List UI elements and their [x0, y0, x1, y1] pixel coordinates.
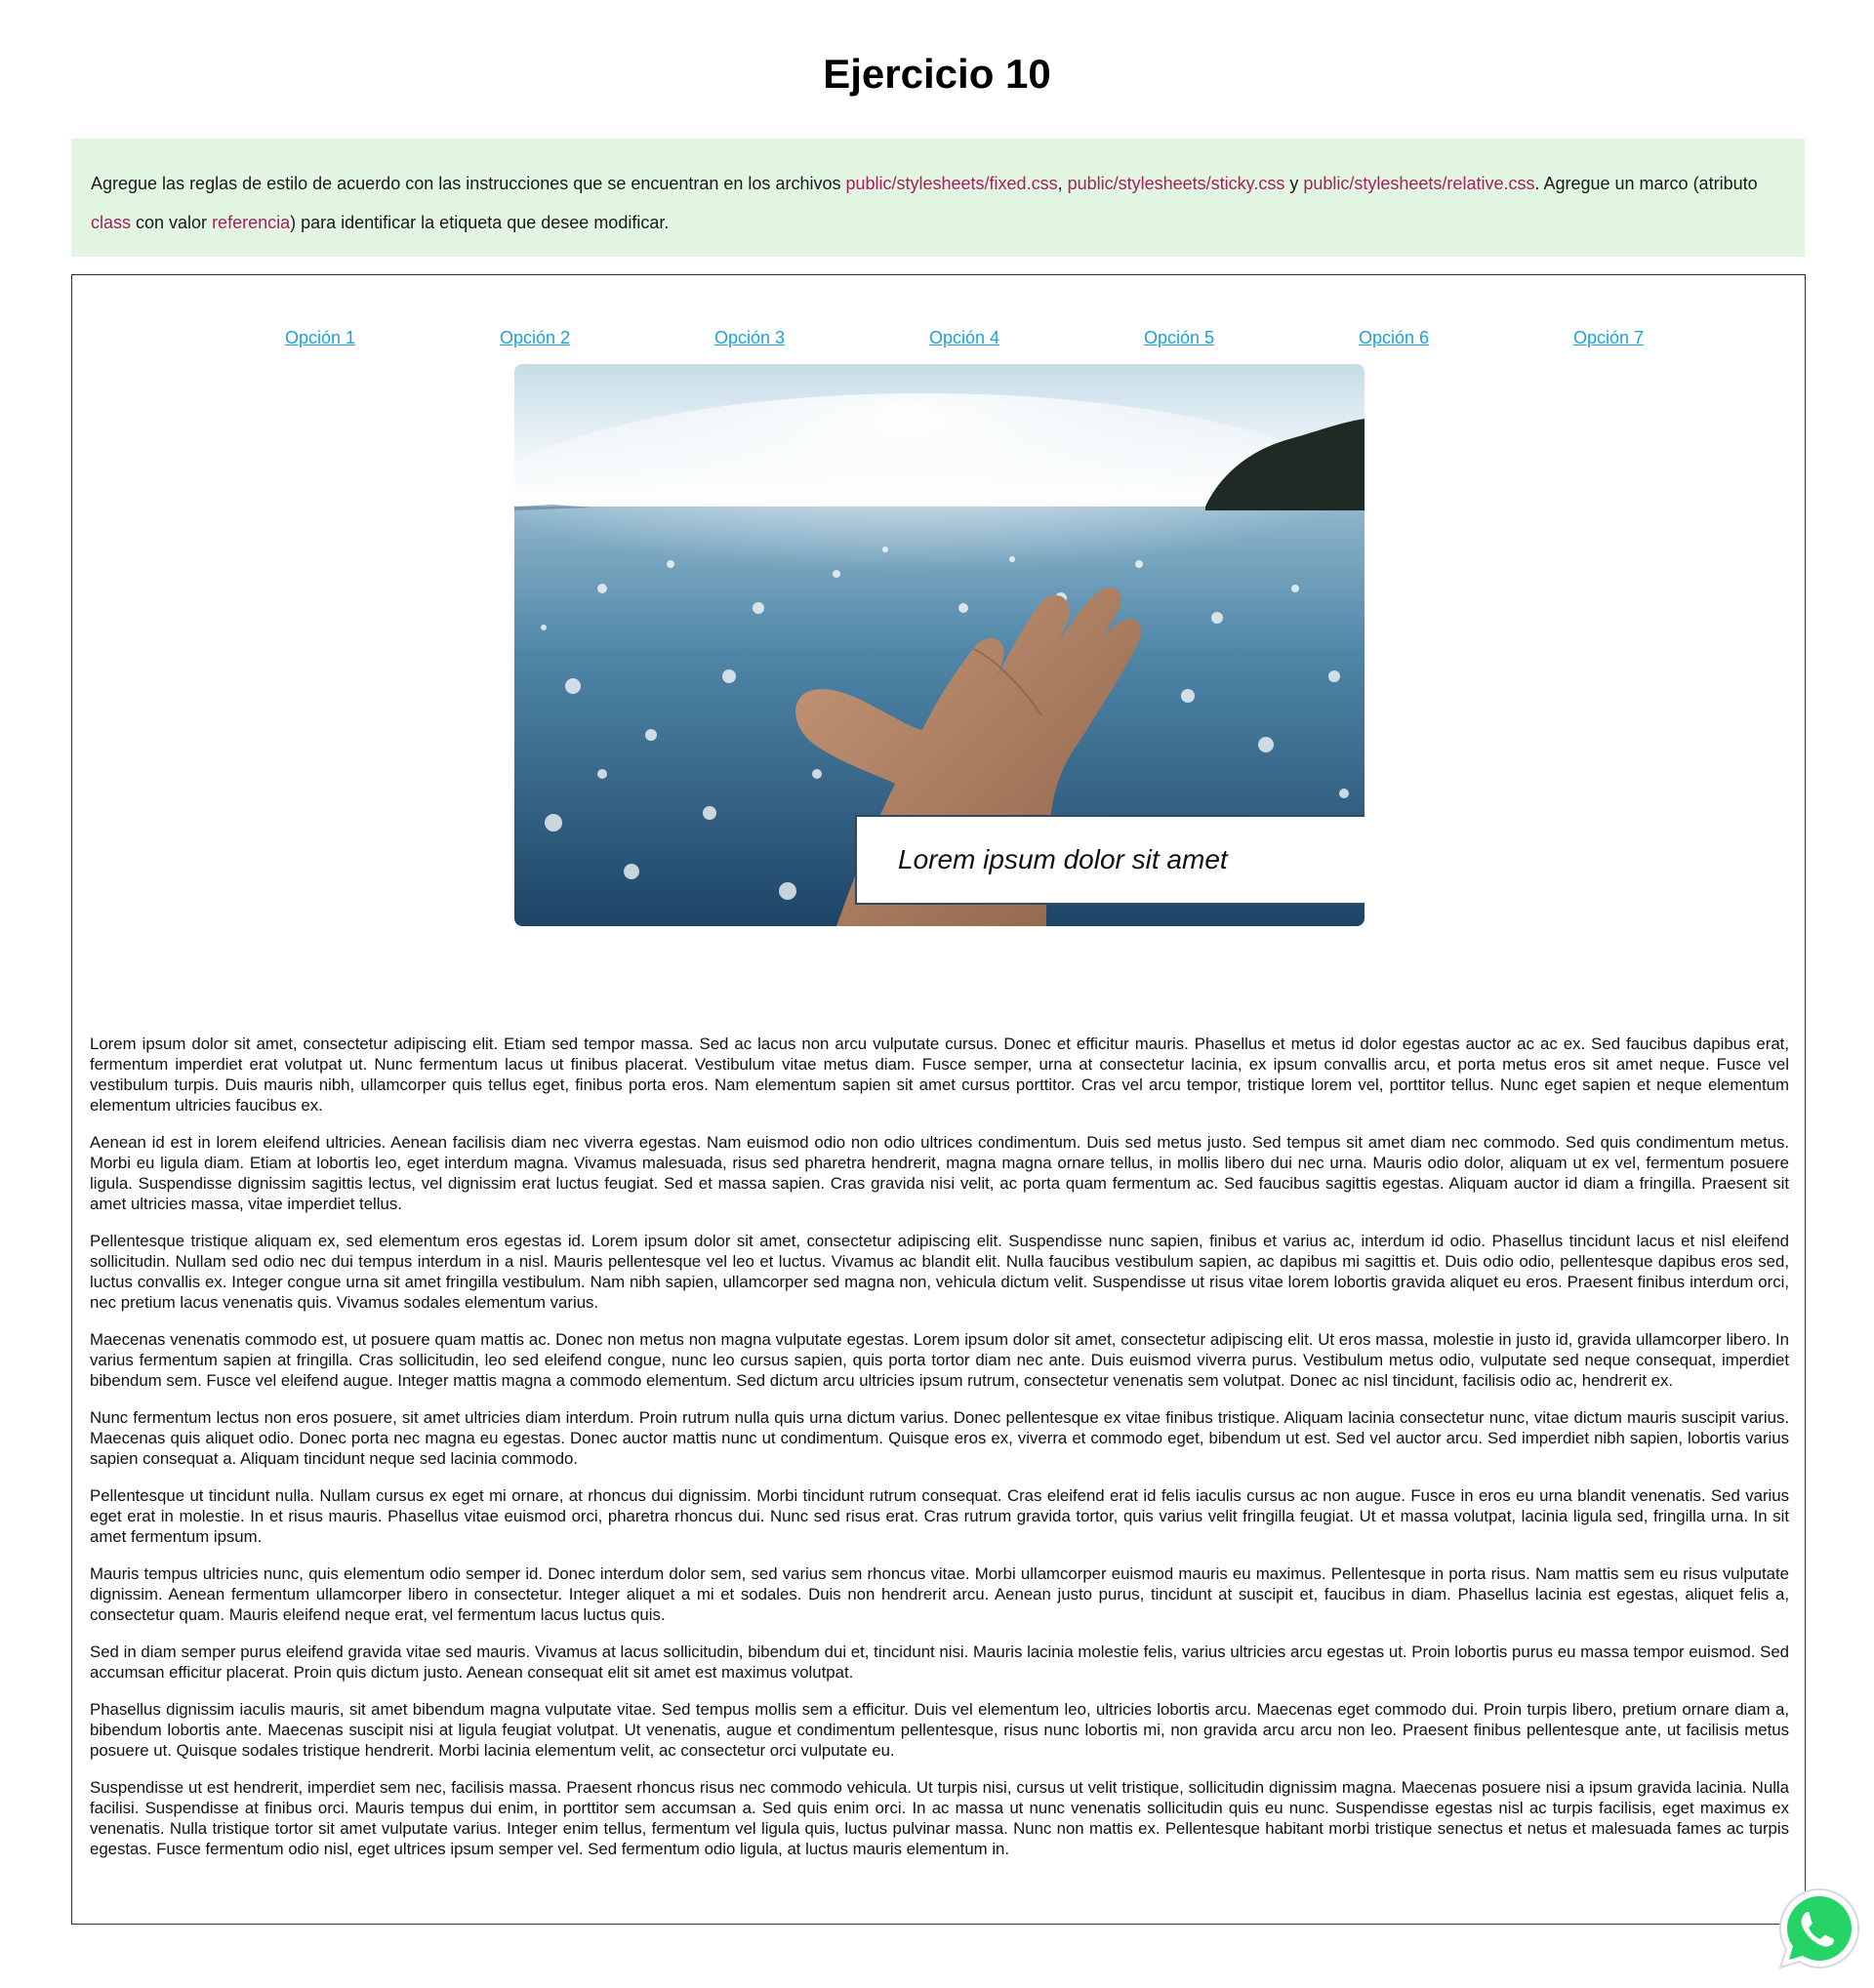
paragraph: Suspendisse ut est hendrerit, imperdiet … — [90, 1778, 1789, 1858]
instructions-separator: , — [1057, 174, 1068, 193]
instructions-text: . Agregue un marco (atributo — [1534, 174, 1758, 193]
paragraph: Mauris tempus ultricies nunc, quis eleme… — [90, 1564, 1789, 1624]
nav-link-option-6[interactable]: Opción 6 — [1359, 326, 1429, 349]
paragraph: Aenean id est in lorem eleifend ultricie… — [90, 1133, 1789, 1213]
whatsapp-button[interactable] — [1774, 1884, 1864, 1973]
code-sticky-css: public/stylesheets/sticky.css — [1067, 174, 1285, 193]
instructions-text: con valor — [131, 213, 213, 232]
options-nav: Opción 1 Opción 2 Opción 3 Opción 4 Opci… — [72, 326, 1805, 353]
page-title: Ejercicio 10 — [823, 51, 1051, 97]
code-fixed-css: public/stylesheets/fixed.css — [845, 174, 1058, 193]
code-relative-css: public/stylesheets/relative.css — [1303, 174, 1535, 193]
nav-link-option-5[interactable]: Opción 5 — [1144, 326, 1214, 349]
nav-link-option-7[interactable]: Opción 7 — [1573, 326, 1644, 349]
nav-link-option-4[interactable]: Opción 4 — [929, 326, 999, 349]
image-caption: Lorem ipsum dolor sit amet — [855, 815, 1365, 905]
paragraph: Maecenas venenatis commodo est, ut posue… — [90, 1330, 1789, 1390]
paragraph: Lorem ipsum dolor sit amet, consectetur … — [90, 1035, 1789, 1115]
paragraph: Sed in diam semper purus eleifend gravid… — [90, 1643, 1789, 1682]
code-referencia-value: referencia — [212, 213, 291, 232]
content-frame: Opción 1 Opción 2 Opción 3 Opción 4 Opci… — [71, 274, 1806, 1925]
nav-link-option-2[interactable]: Opción 2 — [500, 326, 570, 349]
instructions-text: Agregue las reglas de estilo de acuerdo … — [91, 174, 846, 193]
instructions-separator: y — [1284, 174, 1304, 193]
code-class-attribute: class — [91, 213, 132, 232]
instructions-text: ) para identificar la etiqueta que desee… — [290, 213, 670, 232]
nav-link-option-1[interactable]: Opción 1 — [285, 326, 355, 349]
nav-link-option-3[interactable]: Opción 3 — [714, 326, 785, 349]
paragraph: Pellentesque ut tincidunt nulla. Nullam … — [90, 1486, 1789, 1546]
whatsapp-icon — [1778, 1887, 1860, 1969]
paragraph: Nunc fermentum lectus non eros posuere, … — [90, 1408, 1789, 1468]
article-body: Lorem ipsum dolor sit amet, consectetur … — [90, 1034, 1789, 1876]
hero-figure: Lorem ipsum dolor sit amet — [514, 364, 1365, 926]
paragraph: Phasellus dignissim iaculis mauris, sit … — [90, 1700, 1789, 1760]
instructions-panel: Agregue las reglas de estilo de acuerdo … — [71, 139, 1805, 257]
paragraph: Pellentesque tristique aliquam ex, sed e… — [90, 1232, 1789, 1312]
